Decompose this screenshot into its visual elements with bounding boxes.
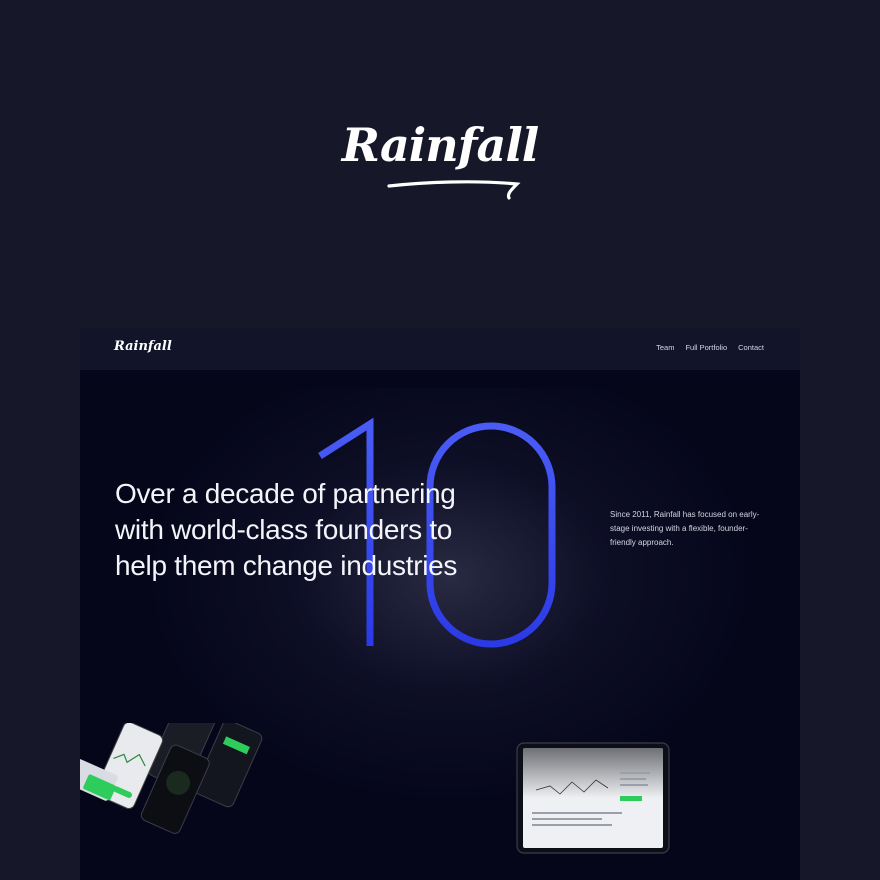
blurb-line: stage investing with a flexible, founder… bbox=[610, 524, 748, 533]
hero-headline: Over a decade of partnering with world-c… bbox=[115, 476, 535, 584]
phone-mockups-image bbox=[80, 723, 263, 834]
headline-line: with world-class founders to bbox=[115, 514, 453, 545]
brand-logo: Rainfall bbox=[341, 118, 540, 172]
headline-line: Over a decade of partnering bbox=[115, 478, 456, 509]
blurb-line: Since 2011, Rainfall has focused on earl… bbox=[610, 510, 760, 519]
tablet-mockup-image bbox=[516, 742, 670, 854]
nav-link-contact[interactable]: Contact bbox=[738, 343, 764, 352]
nav-link-full-portfolio[interactable]: Full Portfolio bbox=[685, 343, 727, 352]
logo-swash bbox=[387, 180, 521, 200]
website-preview: Rainfall Team Full Portfolio Contact 10 … bbox=[80, 328, 800, 880]
nav-links: Team Full Portfolio Contact bbox=[656, 343, 764, 352]
hero-blurb: Since 2011, Rainfall has focused on earl… bbox=[610, 508, 770, 550]
blurb-line: friendly approach. bbox=[610, 538, 674, 547]
headline-line: help them change industries bbox=[115, 550, 458, 581]
navbar: Rainfall Team Full Portfolio Contact bbox=[80, 328, 800, 370]
nav-link-team[interactable]: Team bbox=[656, 343, 674, 352]
nav-logo[interactable]: Rainfall bbox=[114, 339, 172, 354]
